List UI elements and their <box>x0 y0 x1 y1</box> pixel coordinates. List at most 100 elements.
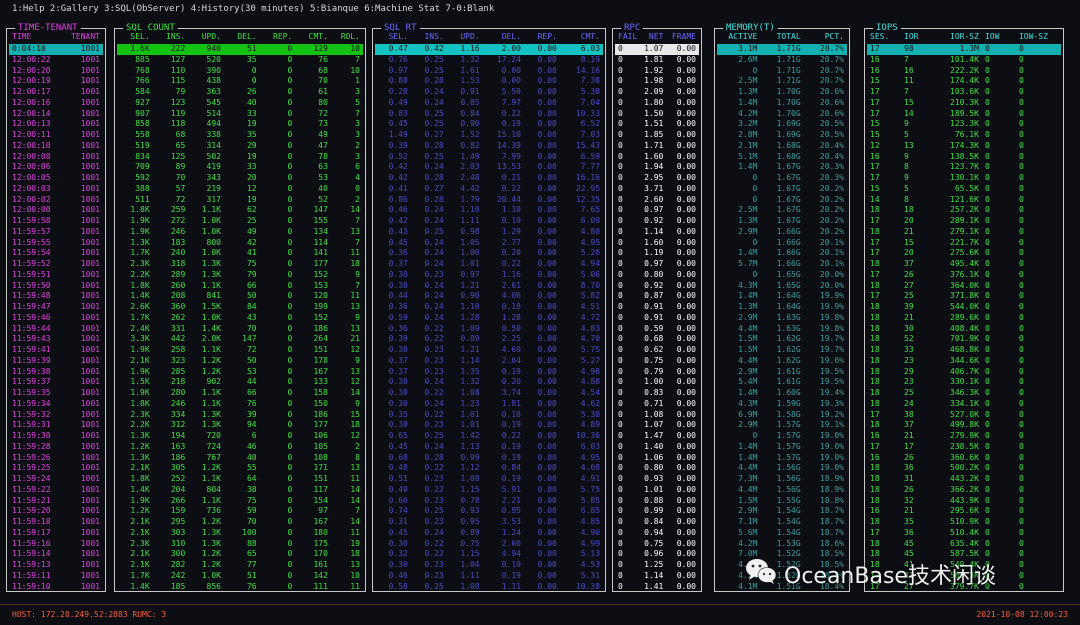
table-row[interactable]: 18 35 510.9K 0 0 <box>867 517 1061 528</box>
table-row[interactable]: 16 21 295.6K 0 0 <box>867 506 1061 517</box>
table-row[interactable]: 1.2K 159 736 59 0 97 7 <box>117 506 363 517</box>
table-row[interactable]: 12 13 174.3K 0 0 <box>867 141 1061 152</box>
table-row[interactable]: 15 5 65.5K 0 0 <box>867 184 1061 195</box>
table-row[interactable]: 5.7M 1.66G 20.1% <box>717 259 847 270</box>
table-row[interactable]: 1.4K 204 804 38 0 117 14 <box>117 485 363 496</box>
table-row[interactable]: 0 2.60 0.00 <box>615 195 699 206</box>
selected-row[interactable]: 0.47 0.42 1.16 2.00 0.00 6.03 <box>375 44 603 55</box>
table-row[interactable]: 17 38 527.0K 0 0 <box>867 410 1061 421</box>
table-row[interactable]: 3.2M 1.69G 20.5% <box>717 119 847 130</box>
table-row[interactable]: 0 1.41 0.00 <box>615 582 699 593</box>
table-row[interactable]: 388 57 219 12 0 40 0 <box>117 184 363 195</box>
table-row[interactable]: 1.5M 1.62G 19.7% <box>717 345 847 356</box>
column-header[interactable]: DEL. <box>224 31 260 42</box>
table-row[interactable]: 4.4M 1.62G 19.6% <box>717 356 847 367</box>
table-row[interactable]: 11:59:51 1001 <box>9 270 103 281</box>
table-row[interactable]: 11:59:14 1001 <box>9 549 103 560</box>
column-header[interactable]: IOR-SZ <box>935 31 982 42</box>
table-row[interactable]: 2.3K 334 1.3K 39 0 186 15 <box>117 410 363 421</box>
table-row[interactable]: 0 1.14 0.00 <box>615 227 699 238</box>
table-row[interactable]: 11:59:18 1001 <box>9 517 103 528</box>
column-header[interactable]: INS. <box>411 31 447 42</box>
column-header[interactable]: IOR <box>901 31 935 42</box>
table-row[interactable]: 766 115 438 0 0 70 1 <box>117 76 363 87</box>
table-row[interactable]: 1.4M 1.57G 19.0% <box>717 442 847 453</box>
table-row[interactable]: 0 1.51 0.00 <box>615 119 699 130</box>
table-row[interactable]: 1.3M 1.67G 20.2% <box>717 216 847 227</box>
table-row[interactable]: 17 7 103.6K 0 0 <box>867 87 1061 98</box>
table-row[interactable]: 2.1K 300 1.2K 65 0 170 18 <box>117 549 363 560</box>
table-row[interactable]: 1.4K 208 841 50 0 120 11 <box>117 291 363 302</box>
table-row[interactable]: 0 1.92 0.00 <box>615 66 699 77</box>
table-row[interactable]: 0.74 0.25 0.93 0.95 0.00 6.85 <box>375 506 603 517</box>
table-row[interactable]: 3.3K 442 2.0K 147 0 264 21 <box>117 334 363 345</box>
table-row[interactable]: 0 0.80 0.00 <box>615 463 699 474</box>
table-row[interactable]: 2.1K 323 1.2K 50 0 178 9 <box>117 356 363 367</box>
table-row[interactable]: 927 123 545 40 0 80 5 <box>117 98 363 109</box>
table-row[interactable]: 11:59:41 1001 <box>9 345 103 356</box>
table-row[interactable]: 0.38 0.23 1.21 4.69 0.00 5.75 <box>375 345 603 356</box>
column-header[interactable]: IOW-SZ <box>1016 31 1061 42</box>
table-row[interactable]: 1.49 0.27 1.52 15.10 0.00 7.03 <box>375 130 603 141</box>
table-row[interactable]: 2.1K 303 1.3K 100 0 180 11 <box>117 528 363 539</box>
table-row[interactable]: 2.1K 305 1.2K 55 0 171 13 <box>117 463 363 474</box>
table-row[interactable]: 0 1.08 0.00 <box>615 410 699 421</box>
table-row[interactable]: 0.37 0.23 1.14 2.64 0.00 5.27 <box>375 356 603 367</box>
table-row[interactable]: 16 21 279.9K 0 0 <box>867 431 1061 442</box>
table-row[interactable]: 17 9 130.1K 0 0 <box>867 173 1061 184</box>
table-row[interactable]: 11:59:47 1001 <box>9 302 103 313</box>
table-row[interactable]: 768 110 390 0 0 68 10 <box>117 66 363 77</box>
table-row[interactable]: 558 68 338 35 0 49 3 <box>117 130 363 141</box>
table-row[interactable]: 1.8K 259 1.1K 62 0 147 14 <box>117 205 363 216</box>
table-row[interactable]: 0.52 0.25 1.49 7.99 0.00 6.59 <box>375 152 603 163</box>
table-row[interactable]: 0 0.88 0.00 <box>615 496 699 507</box>
table-row[interactable]: 0.49 0.24 0.85 7.97 0.00 7.04 <box>375 98 603 109</box>
table-row[interactable]: 18 37 499.8K 0 0 <box>867 420 1061 431</box>
table-row[interactable]: 11:59:16 1001 <box>9 539 103 550</box>
table-row[interactable]: 0 0.97 0.00 <box>615 205 699 216</box>
column-header[interactable]: TOTAL <box>760 31 803 42</box>
table-row[interactable]: 4.3M 1.59G 19.3% <box>717 399 847 410</box>
table-row[interactable]: 0.76 0.25 1.32 17.24 0.00 8.19 <box>375 55 603 66</box>
table-row[interactable]: 18 30 408.4K 0 0 <box>867 324 1061 335</box>
table-row[interactable]: 2.8M 1.69G 20.5% <box>717 130 847 141</box>
table-row[interactable]: 1.4M 1.67G 20.3% <box>717 162 847 173</box>
table-row[interactable]: 0.46 0.24 1.10 1.10 0.00 7.65 <box>375 205 603 216</box>
table-row[interactable]: 11:59:20 1001 <box>9 506 103 517</box>
table-row[interactable]: 15 9 123.3K 0 0 <box>867 119 1061 130</box>
table-row[interactable]: 18 26 366.2K 0 0 <box>867 485 1061 496</box>
table-row[interactable]: 1.7K 242 1.0K 51 0 142 10 <box>117 571 363 582</box>
table-row[interactable]: 17 26 376.1K 0 0 <box>867 270 1061 281</box>
table-row[interactable]: 12:00:19 1001 <box>9 76 103 87</box>
table-row[interactable]: 1.2K 163 724 46 0 105 2 <box>117 442 363 453</box>
table-row[interactable]: 11:59:32 1001 <box>9 410 103 421</box>
table-row[interactable]: 2.3K 318 1.3K 75 0 177 18 <box>117 259 363 270</box>
column-header[interactable]: ACTIVE <box>717 31 760 42</box>
table-row[interactable]: 0.42 0.24 1.11 0.19 0.00 6.09 <box>375 216 603 227</box>
table-row[interactable]: 11:59:58 1001 <box>9 216 103 227</box>
table-row[interactable]: 0 1.66G 20.1% <box>717 238 847 249</box>
table-row[interactable]: 18 21 289.6K 0 0 <box>867 313 1061 324</box>
table-row[interactable]: 16 9 138.5K 0 0 <box>867 152 1061 163</box>
table-row[interactable]: 592 70 343 20 0 53 4 <box>117 173 363 184</box>
table-row[interactable]: 18 45 635.4K 0 0 <box>867 539 1061 550</box>
table-row[interactable]: 11:59:39 1001 <box>9 356 103 367</box>
table-row[interactable]: 17 15 210.3K 0 0 <box>867 98 1061 109</box>
table-row[interactable]: 0.97 0.25 1.61 0.00 0.00 14.16 <box>375 66 603 77</box>
selected-row[interactable]: 3.1M 1.71G 20.7% <box>717 44 847 55</box>
table-row[interactable]: 17 17 238.5K 0 0 <box>867 442 1061 453</box>
table-row[interactable]: 1.4K 185 856 76 0 111 11 <box>117 582 363 593</box>
table-row[interactable]: 4.2M 1.53G 18.6% <box>717 539 847 550</box>
table-row[interactable]: 0.30 0.23 1.04 0.19 0.00 4.53 <box>375 560 603 571</box>
table-row[interactable]: 0 1.65G 20.0% <box>717 270 847 281</box>
table-row[interactable]: 1.7K 262 1.0K 43 0 152 9 <box>117 313 363 324</box>
table-row[interactable]: 1.5M 1.62G 19.7% <box>717 334 847 345</box>
table-row[interactable]: 0.48 0.22 1.12 0.84 0.00 4.68 <box>375 463 603 474</box>
table-row[interactable]: 17 36 510.4K 0 0 <box>867 528 1061 539</box>
table-row[interactable]: 0 0.68 0.00 <box>615 334 699 345</box>
column-header[interactable]: FAIL <box>615 31 641 42</box>
table-row[interactable]: 2.4K 331 1.4K 70 0 186 13 <box>117 324 363 335</box>
table-row[interactable]: 0 0.84 0.00 <box>615 517 699 528</box>
table-row[interactable]: 16 26 360.6K 0 0 <box>867 453 1061 464</box>
table-row[interactable]: 18 25 346.3K 0 0 <box>867 388 1061 399</box>
